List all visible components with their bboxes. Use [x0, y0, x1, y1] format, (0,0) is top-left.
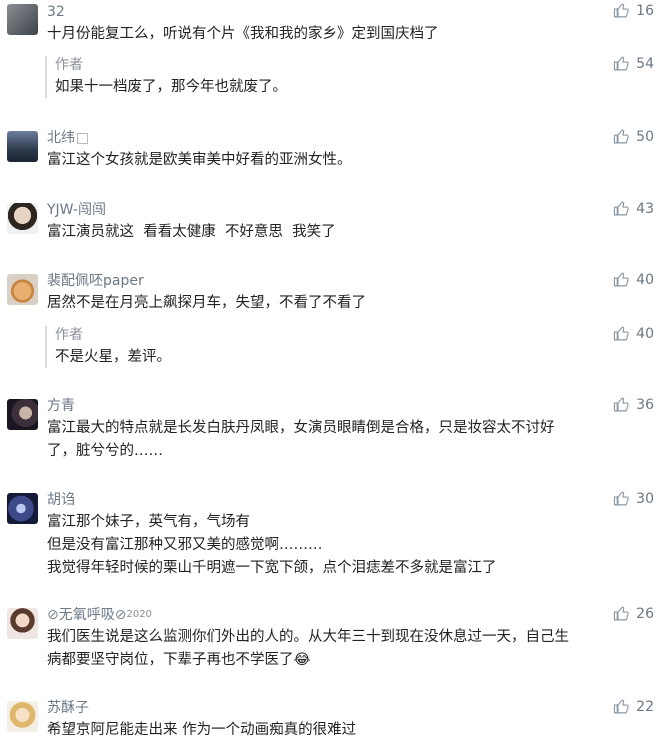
like-button[interactable]: 36 [613, 396, 654, 413]
thumbs-up-icon [614, 272, 629, 287]
avatar[interactable] [7, 203, 38, 234]
like-count: 36 [636, 396, 654, 413]
comment-line: 我觉得年轻时候的栗山千明遮一下宽下颌，点个泪痣差不多就是富江了 [47, 560, 497, 576]
comment-line: 了，脏兮兮的…… [47, 443, 163, 459]
comment-text: 富江最大的特点就是长发白肤丹凤眼，女演员眼睛倒是合格，只是妆容太不讨好 了，脏兮… [47, 417, 635, 463]
comment-line: 富江最大的特点就是长发白肤丹凤眼，女演员眼睛倒是合格，只是妆容太不讨好 [47, 420, 555, 436]
username[interactable]: 32 [47, 3, 65, 21]
like-button[interactable]: 22 [613, 698, 654, 715]
reply-author[interactable]: 作者 [55, 56, 83, 74]
thumbs-up-icon [614, 129, 629, 144]
like-button[interactable]: 50 [613, 128, 654, 145]
like-button[interactable]: 43 [613, 200, 654, 217]
comment-text: 十月份能复工么，听说有个片《我和我的家乡》定到国庆档了 [47, 26, 439, 42]
like-button[interactable]: 40 [613, 271, 654, 288]
like-count: 54 [636, 55, 654, 72]
avatar[interactable] [7, 608, 38, 639]
thumbs-up-icon [614, 3, 629, 18]
avatar[interactable] [7, 399, 38, 430]
comment-text: 我们医生说是这么监测你们外出的人的。从大年三十到现在没休息过一天，自己生 病都要… [47, 626, 635, 672]
avatar[interactable] [7, 701, 38, 732]
thumbs-up-icon [614, 606, 629, 621]
comment-text: 居然不是在月亮上飙探月车，失望，不看了不看了 [47, 295, 366, 311]
badge-icon [77, 132, 88, 144]
reply-text: 不是火星，差评。 [55, 349, 171, 365]
like-count: 26 [636, 605, 654, 622]
username[interactable]: 胡诌 [47, 491, 75, 509]
comment-text: 富江那个妹子，英气有，气场有 但是没有富江那种又邪又美的感觉啊……… 我觉得年轻… [47, 511, 635, 580]
reply-like-button[interactable]: 54 [613, 55, 654, 72]
like-count: 40 [636, 271, 654, 288]
username[interactable]: 苏酥子 [47, 699, 89, 717]
thumbs-up-icon [614, 56, 629, 71]
avatar[interactable] [7, 131, 38, 162]
author-reply: 作者 如果十一档废了，那今年也就废了。 [45, 56, 647, 98]
username[interactable]: ⊘无氧呼吸⊘2020 [47, 606, 152, 624]
thumbs-up-icon [614, 201, 629, 216]
laughing-emoji-icon: 😂 [293, 652, 311, 668]
avatar[interactable] [7, 493, 38, 524]
author-reply: 作者 不是火星，差评。 [45, 326, 647, 368]
name-badge: 2020 [126, 609, 152, 620]
like-button[interactable]: 16 [613, 2, 654, 19]
reply-author[interactable]: 作者 [55, 326, 83, 344]
like-count: 50 [636, 128, 654, 145]
avatar[interactable] [7, 274, 38, 305]
avatar[interactable] [7, 4, 38, 35]
like-count: 40 [636, 325, 654, 342]
like-button[interactable]: 30 [613, 490, 654, 507]
comment-line: 病都要坚守岗位，下辈子再也不学医了😂 [47, 652, 311, 668]
thumbs-up-icon [614, 491, 629, 506]
thumbs-up-icon [614, 326, 629, 341]
leaf-icon: ⊘ [114, 607, 127, 623]
reply-text: 如果十一档废了，那今年也就废了。 [55, 79, 287, 95]
like-count: 30 [636, 490, 654, 507]
like-button[interactable]: 26 [613, 605, 654, 622]
like-count: 16 [636, 2, 654, 19]
comment-line: 我们医生说是这么监测你们外出的人的。从大年三十到现在没休息过一天，自己生 [47, 629, 569, 645]
username[interactable]: 方青 [47, 397, 75, 415]
reply-like-button[interactable]: 40 [613, 325, 654, 342]
comment-text: 希望京阿尼能走出来 作为一个动画痴真的很难过 [47, 722, 357, 738]
like-count: 22 [636, 698, 654, 715]
username[interactable]: YJW-闯闯 [47, 201, 106, 219]
like-count: 43 [636, 200, 654, 217]
thumbs-up-icon [614, 699, 629, 714]
leaf-icon: ⊘ [47, 607, 59, 623]
comment-line: 但是没有富江那种又邪又美的感觉啊……… [47, 537, 323, 553]
username[interactable]: 北纬 [47, 129, 88, 147]
comment-text: 富江这个女孩就是欧美审美中好看的亚洲女性。 [47, 152, 352, 168]
username[interactable]: 裴配佩呸paper [47, 272, 144, 290]
thumbs-up-icon [614, 397, 629, 412]
comment-text: 富江演员就这 看看太健康 不好意思 我笑了 [47, 224, 336, 240]
comment-line: 富江那个妹子，英气有，气场有 [47, 514, 250, 530]
